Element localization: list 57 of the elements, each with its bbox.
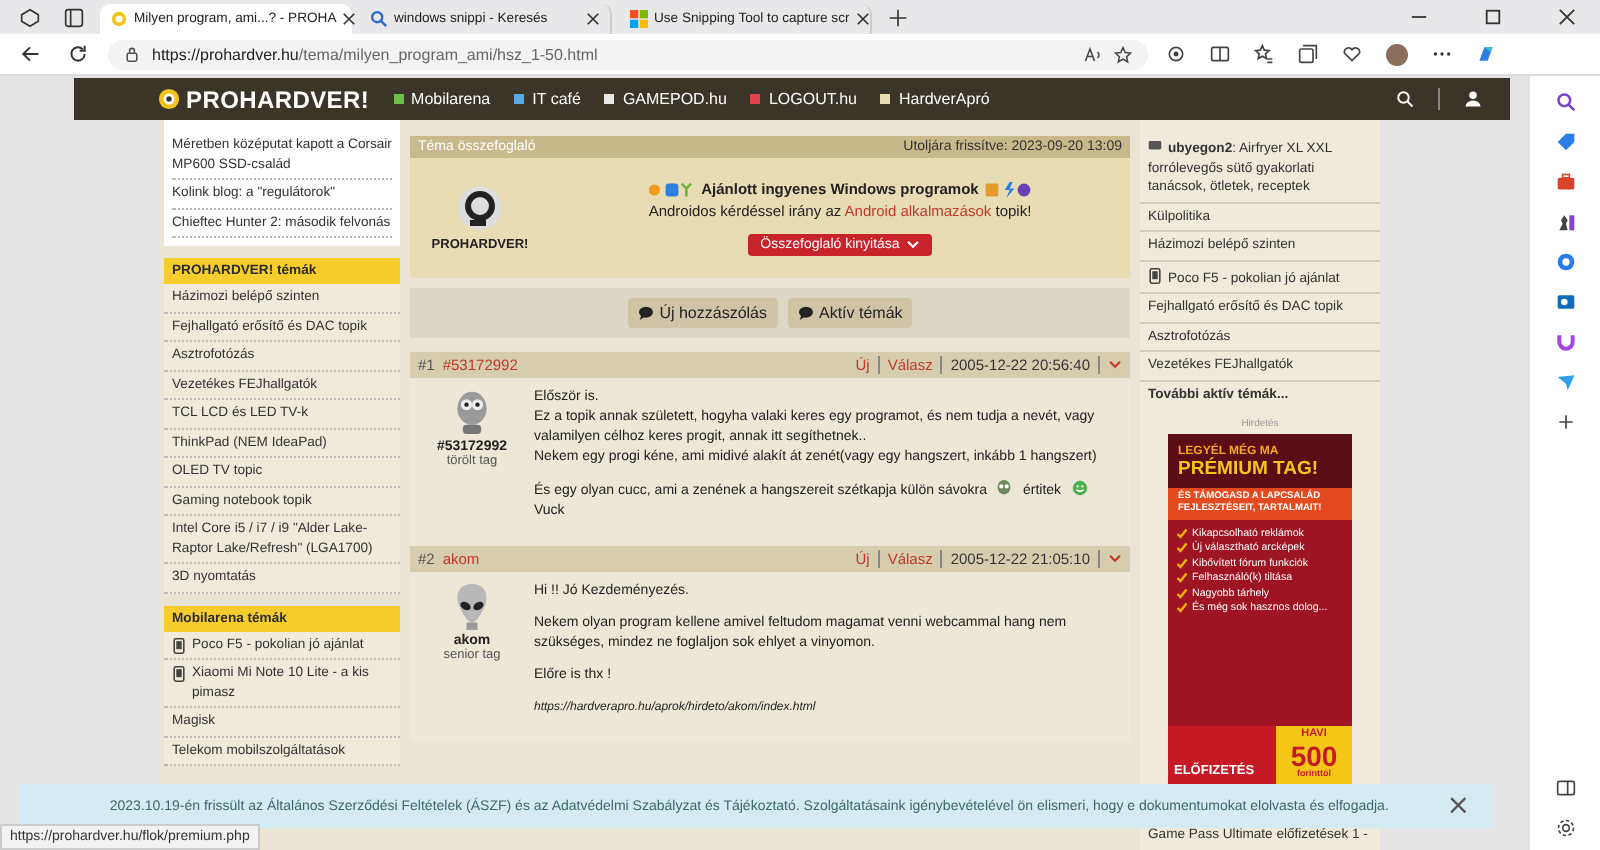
read-aloud-icon[interactable] bbox=[1084, 45, 1102, 63]
collections-icon[interactable] bbox=[1298, 44, 1318, 64]
chevron-down-icon bbox=[905, 240, 920, 250]
apps-icon bbox=[984, 181, 1033, 197]
back-arrow-icon[interactable] bbox=[20, 44, 40, 64]
chevron-down-icon[interactable] bbox=[1108, 360, 1122, 370]
close-icon[interactable] bbox=[855, 12, 870, 26]
site-logo-text[interactable]: PROHARDVER! bbox=[186, 85, 370, 113]
split-screen-icon[interactable] bbox=[1210, 44, 1230, 64]
site-logo-icon bbox=[110, 10, 128, 28]
new-tab-icon[interactable] bbox=[888, 8, 908, 28]
sidebar-panel-icon[interactable] bbox=[1555, 778, 1575, 798]
windows-logo-icon bbox=[630, 10, 648, 28]
tab-actions-icon[interactable] bbox=[64, 8, 84, 28]
nav-link[interactable]: HardverApró bbox=[880, 90, 990, 108]
chess-icon[interactable] bbox=[1555, 212, 1575, 232]
settings-icon[interactable] bbox=[1555, 818, 1575, 838]
favorites-icon[interactable] bbox=[1254, 44, 1274, 64]
close-icon[interactable] bbox=[586, 12, 600, 26]
speech-bubble-icon bbox=[637, 306, 654, 320]
nav-link[interactable]: GAMEPOD.hu bbox=[604, 90, 727, 108]
star-icon[interactable] bbox=[1114, 45, 1132, 63]
banner-title: PRÉMIUM TAG! bbox=[1168, 458, 1352, 488]
profile-avatar[interactable] bbox=[1386, 43, 1408, 65]
briefcase-icon[interactable] bbox=[1555, 172, 1575, 192]
close-icon[interactable] bbox=[342, 12, 357, 26]
address-field[interactable]: https://prohardver.hu/tema/milyen_program_ami/hsz_1-50.html bbox=[108, 39, 1148, 69]
magnet-icon[interactable] bbox=[1555, 332, 1575, 352]
logo-icon bbox=[456, 184, 504, 232]
nav-link[interactable]: Mobilarena bbox=[393, 90, 491, 108]
smiley-icon bbox=[1071, 480, 1088, 496]
refresh-icon[interactable] bbox=[68, 44, 88, 64]
alien-smiley-icon bbox=[996, 480, 1013, 496]
lock-icon bbox=[124, 46, 140, 62]
close-icon[interactable] bbox=[1558, 8, 1576, 26]
speech-bubble-icon bbox=[797, 306, 813, 320]
maximize-icon[interactable] bbox=[1484, 8, 1502, 26]
chevron-down-icon[interactable] bbox=[1108, 554, 1122, 564]
nav-link[interactable]: LOGOUT.hu bbox=[750, 90, 857, 108]
workspaces-icon[interactable] bbox=[20, 8, 40, 28]
add-icon[interactable] bbox=[1555, 412, 1575, 432]
circle-icon[interactable] bbox=[1555, 252, 1575, 272]
search-icon[interactable] bbox=[1555, 92, 1575, 112]
action-button[interactable]: Új hozzászólás bbox=[627, 298, 777, 328]
search-icon[interactable] bbox=[1396, 90, 1414, 108]
paper-plane-icon[interactable] bbox=[1555, 372, 1575, 392]
premium-ad-banner[interactable] bbox=[1168, 434, 1352, 786]
phone-icon bbox=[1148, 267, 1162, 283]
tag-icon[interactable] bbox=[1555, 132, 1575, 152]
apps-icon bbox=[647, 181, 696, 197]
search-icon bbox=[370, 10, 388, 28]
action-button[interactable]: Aktív témák bbox=[787, 298, 913, 328]
user-icon[interactable] bbox=[1464, 90, 1482, 108]
nav-link[interactable]: IT café bbox=[514, 90, 581, 108]
site-logo-icon[interactable] bbox=[158, 88, 180, 110]
close-button[interactable]: × bbox=[1438, 792, 1478, 820]
heart-icon[interactable] bbox=[1342, 44, 1362, 64]
